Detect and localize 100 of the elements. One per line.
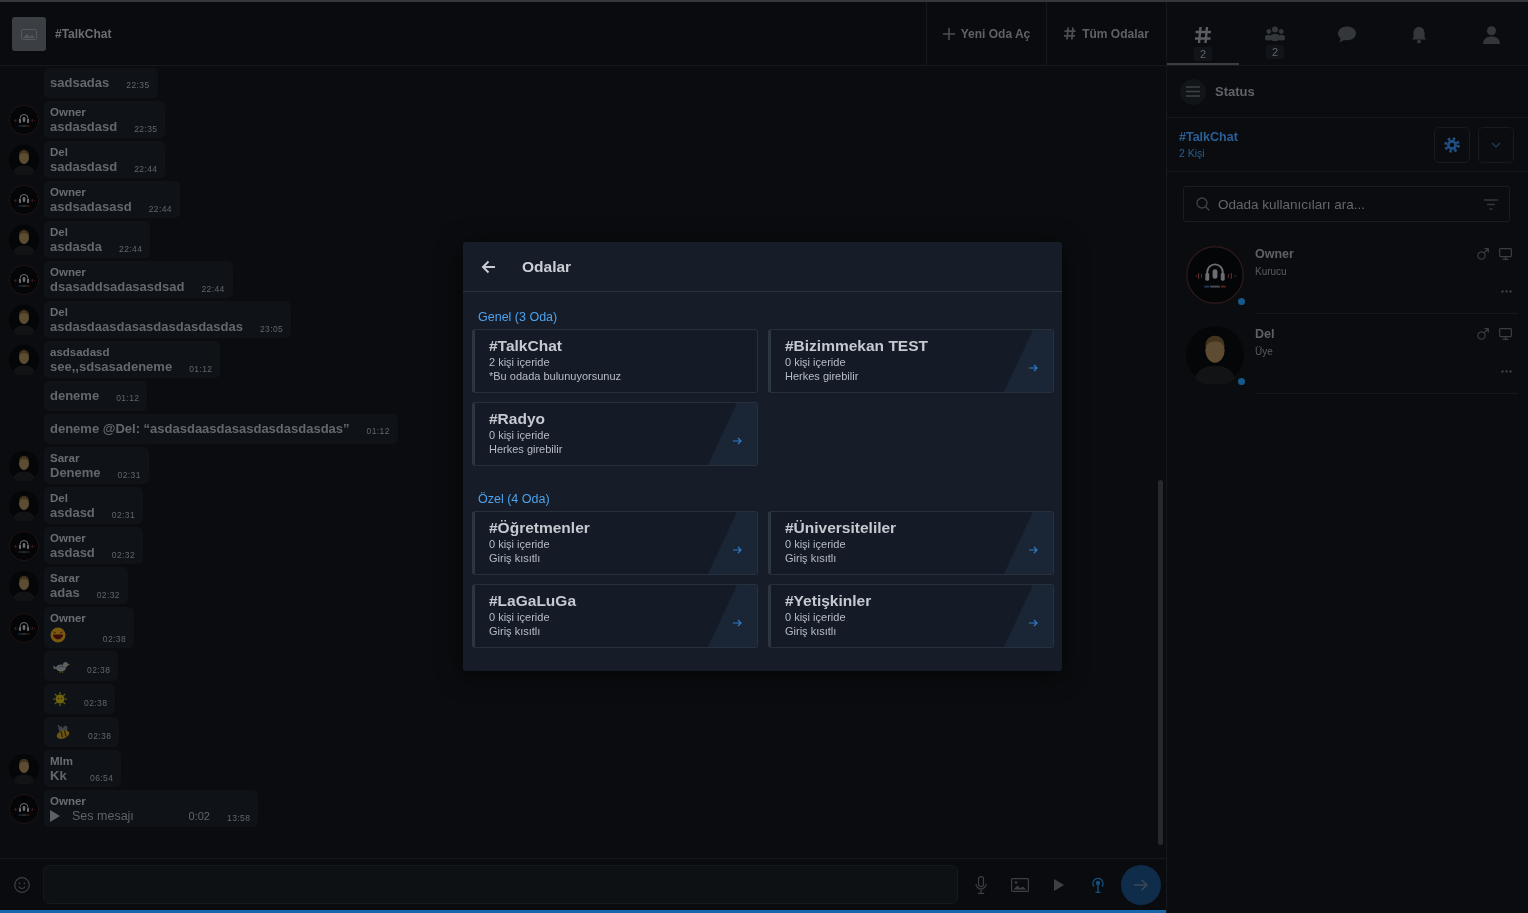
room-name: #Yetişkinler <box>785 591 872 610</box>
sender-name: Owner <box>50 185 87 199</box>
room-access: Giriş kısıtlı <box>489 624 541 638</box>
room-access: Giriş kısıtlı <box>785 551 837 565</box>
count-badge: 2 <box>1265 45 1285 59</box>
filter-icon[interactable] <box>1484 199 1498 210</box>
message-text: deneme <box>50 388 100 404</box>
menu-button[interactable] <box>1180 78 1206 105</box>
send-button[interactable] <box>1121 864 1161 905</box>
join-button[interactable] <box>1004 585 1053 647</box>
scrollbar[interactable] <box>1158 480 1163 845</box>
arrow-icon <box>1029 364 1038 372</box>
sender-name: Del <box>50 305 69 319</box>
sender-name: Sarar <box>50 451 81 465</box>
bird-sticker-icon <box>53 659 70 673</box>
person-avatar-icon <box>9 753 39 784</box>
count-badge: 2 <box>1193 47 1213 61</box>
message-time: 22:35 <box>134 124 158 135</box>
message-time: 02:31 <box>111 510 136 521</box>
join-button[interactable] <box>1004 512 1053 574</box>
settings-button[interactable] <box>1434 126 1470 163</box>
room-card[interactable]: #Öğretmenler 0 kişi içeride Giriş kısıtlı <box>472 511 758 575</box>
room-access: Giriş kısıtlı <box>489 551 541 565</box>
voice-message-label: Ses mesajı <box>72 809 135 823</box>
person-avatar-icon <box>9 344 39 375</box>
room-card[interactable]: #LaGaLuGa 0 kişi içeride Giriş kısıtlı <box>472 584 758 648</box>
message-time: 22:44 <box>148 204 172 215</box>
message-text: see,,sdsasadeneme <box>50 359 173 375</box>
message-text: Deneme <box>50 465 101 481</box>
dialog-title: Odalar <box>522 257 572 276</box>
message-time: 23:05 <box>259 324 284 335</box>
arrow-icon <box>733 437 742 445</box>
room-card[interactable]: #Radyo 0 kişi içeride Herkes girebilir <box>472 402 758 466</box>
hash-icon <box>1194 26 1212 44</box>
message-time: 22:35 <box>126 80 150 91</box>
more-icon[interactable] <box>1501 290 1512 293</box>
broadcast-icon[interactable] <box>1090 876 1105 893</box>
sender-name: Owner <box>50 794 87 808</box>
room-card[interactable]: #Üniversiteliler 0 kişi içeride Giriş kısıtlı <box>768 511 1054 575</box>
room-occupancy: 2 kişi içeride <box>489 355 550 369</box>
person-avatar-icon <box>9 570 39 601</box>
user-icon <box>1482 26 1500 44</box>
message-text: sadsadas <box>50 75 110 91</box>
person-avatar-icon <box>9 490 39 521</box>
message-time: 02:38 <box>87 665 111 676</box>
room-card[interactable]: #TalkChat 2 kişi içeride *Bu odada bulunuyorsunuz <box>472 329 758 393</box>
message-time: 01:12 <box>366 426 390 437</box>
chevron-down-icon <box>1491 141 1501 148</box>
user-name: Del <box>1255 327 1276 341</box>
search-field[interactable]: Odada kullanıcıları ara... <box>1183 186 1510 222</box>
image-icon[interactable] <box>1010 877 1029 892</box>
person-avatar-icon <box>9 304 39 335</box>
join-button[interactable] <box>1004 330 1053 392</box>
monitor-icon <box>1499 328 1512 340</box>
room-name: #Radyo <box>489 409 545 428</box>
dropdown-button[interactable] <box>1478 126 1514 163</box>
play-icon[interactable] <box>1053 878 1064 891</box>
message-time: 02:38 <box>88 731 112 742</box>
room-card[interactable]: #Bizimmekan TEST 0 kişi içeride Herkes girebilir <box>768 329 1054 393</box>
room-occupancy: 0 kişi içeride <box>489 610 550 624</box>
sender-name: Owner <box>50 611 86 625</box>
plus-icon <box>942 27 955 40</box>
user-role: Üye <box>1255 346 1273 357</box>
user-role: Kurucu <box>1255 266 1287 277</box>
message-text: asdasd <box>50 505 95 521</box>
sender-name: Del <box>50 491 69 505</box>
room-occupancy: 0 kişi içeride <box>489 428 550 442</box>
person-avatar-icon <box>1186 326 1244 384</box>
headphones-avatar-icon <box>9 104 39 135</box>
message-text: sadasdasd <box>50 159 118 175</box>
sender-name: Del <box>50 145 69 159</box>
message-text: deneme @Del: “asdasdaasdasasdasdasdasdas” <box>50 421 350 437</box>
room-card[interactable]: #Yetişkinler 0 kişi içeride Giriş kısıtlı <box>768 584 1054 648</box>
hash-icon <box>1064 27 1077 40</box>
join-button[interactable] <box>708 585 757 647</box>
join-button[interactable] <box>708 403 757 465</box>
message-time: 02:32 <box>96 590 120 601</box>
section-title: Özel (4 Oda) <box>478 491 550 507</box>
sender-name: Owner <box>50 105 87 119</box>
headphones-avatar-icon <box>9 793 39 824</box>
member-count: 2 Kişi <box>1179 147 1205 159</box>
sun-face-icon <box>53 692 67 706</box>
room-occupancy: 0 kişi içeride <box>785 355 846 369</box>
message-time: 22:44 <box>119 244 143 255</box>
settings-icon <box>1444 136 1460 153</box>
microphone-icon[interactable] <box>974 875 987 894</box>
emoji-icon[interactable] <box>14 876 30 893</box>
message-time: 22:44 <box>201 284 225 295</box>
back-arrow-icon[interactable] <box>481 259 496 274</box>
headphones-avatar-icon <box>9 184 39 215</box>
message-time: 01:12 <box>116 393 140 404</box>
sender-name: asdsadasd <box>50 345 111 359</box>
message-text: asdasdaasdasasdasdasdasdas <box>50 319 243 335</box>
section-title: Genel (3 Oda) <box>478 309 558 325</box>
arrow-icon <box>733 619 742 627</box>
message-time: 02:38 <box>84 698 108 709</box>
panel-title: Status <box>1215 84 1255 99</box>
join-button[interactable] <box>708 512 757 574</box>
more-icon[interactable] <box>1501 370 1512 373</box>
play-icon[interactable] <box>50 810 60 822</box>
